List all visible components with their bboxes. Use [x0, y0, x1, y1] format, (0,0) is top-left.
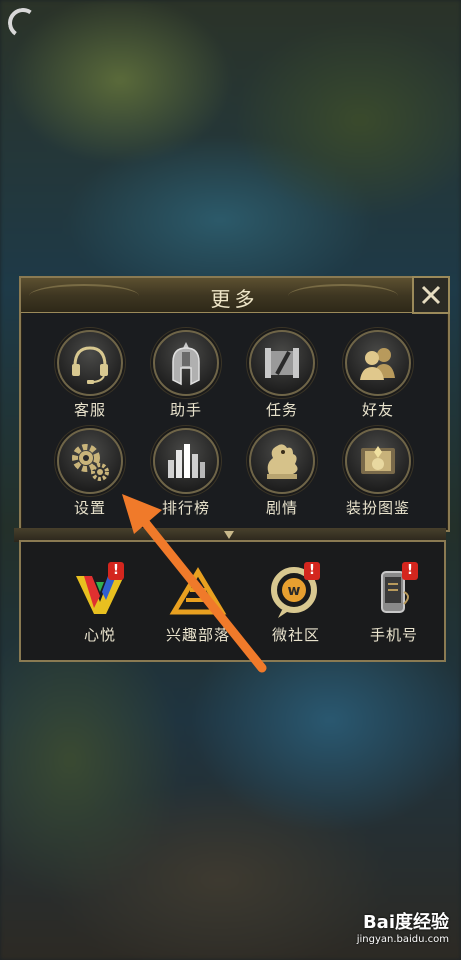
menu-item-label: 客服: [73, 401, 106, 419]
menu-item-costume-gallery[interactable]: 装扮图鉴: [330, 428, 426, 518]
community-icon: w !: [266, 562, 326, 620]
link-item-tribe[interactable]: 兴趣部落: [149, 562, 247, 645]
link-item-label: 心悦: [83, 626, 116, 644]
notification-badge: !: [304, 562, 320, 580]
menu-item-assistant[interactable]: 助手: [138, 330, 234, 420]
menu-item-label: 设置: [73, 499, 106, 517]
menu-item-tasks[interactable]: 任务: [234, 330, 330, 420]
links-grid: ! 心悦 兴趣部落 w ! 微社区 ! 手机号: [51, 562, 431, 645]
notification-badge: !: [402, 562, 418, 580]
ranking-icon: [153, 428, 219, 494]
tribe-icon: [168, 562, 228, 620]
link-item-phone[interactable]: ! 手机号: [345, 562, 443, 645]
gear-icon: [57, 428, 123, 494]
menu-item-label: 装扮图鉴: [345, 499, 410, 517]
dragon-icon: [249, 428, 315, 494]
menu-item-label: 剧情: [265, 499, 298, 517]
menu-item-settings[interactable]: 设置: [42, 428, 138, 518]
headset-icon: [57, 330, 123, 396]
watermark-logo-text: Bai度经验: [362, 912, 449, 933]
menu-item-label: 助手: [169, 401, 202, 419]
menu-item-customer-service[interactable]: 客服: [42, 330, 138, 420]
notification-badge: !: [108, 562, 124, 580]
friends-icon: [345, 330, 411, 396]
panel-title: 更多: [210, 287, 259, 311]
xinyue-icon: !: [70, 562, 130, 620]
helmet-icon: [153, 330, 219, 396]
menu-item-ranking[interactable]: 排行榜: [138, 428, 234, 518]
link-item-label: 手机号: [369, 626, 418, 644]
watermark-url: jingyan.baidu.com: [356, 934, 449, 945]
menu-item-story[interactable]: 剧情: [234, 428, 330, 518]
link-item-label: 微社区: [271, 626, 320, 644]
link-item-community[interactable]: w ! 微社区: [247, 562, 345, 645]
dress-book-icon: [345, 428, 411, 494]
menu-item-label: 排行榜: [161, 499, 210, 517]
menu-item-label: 好友: [361, 401, 394, 419]
external-links-panel: ! 心悦 兴趣部落 w ! 微社区 ! 手机号: [19, 540, 446, 662]
close-button[interactable]: [412, 276, 450, 314]
svg-text:w: w: [288, 583, 301, 599]
watermark: Bai度经验 jingyan.baidu.com: [357, 908, 449, 945]
link-item-label: 兴趣部落: [165, 626, 230, 644]
menu-item-friends[interactable]: 好友: [330, 330, 426, 420]
scroll-icon: [249, 330, 315, 396]
panel-header: 更多: [21, 276, 450, 314]
close-icon: [421, 285, 441, 305]
more-menu-panel: 更多 客服 助手 任务 好友 设置 排行榜 剧情 装扮图鉴: [19, 276, 450, 532]
link-item-xinyue[interactable]: ! 心悦: [51, 562, 149, 645]
menu-grid: 客服 助手 任务 好友 设置 排行榜 剧情 装扮图鉴: [42, 330, 427, 518]
menu-item-label: 任务: [265, 401, 298, 419]
phone-icon: !: [364, 562, 424, 620]
